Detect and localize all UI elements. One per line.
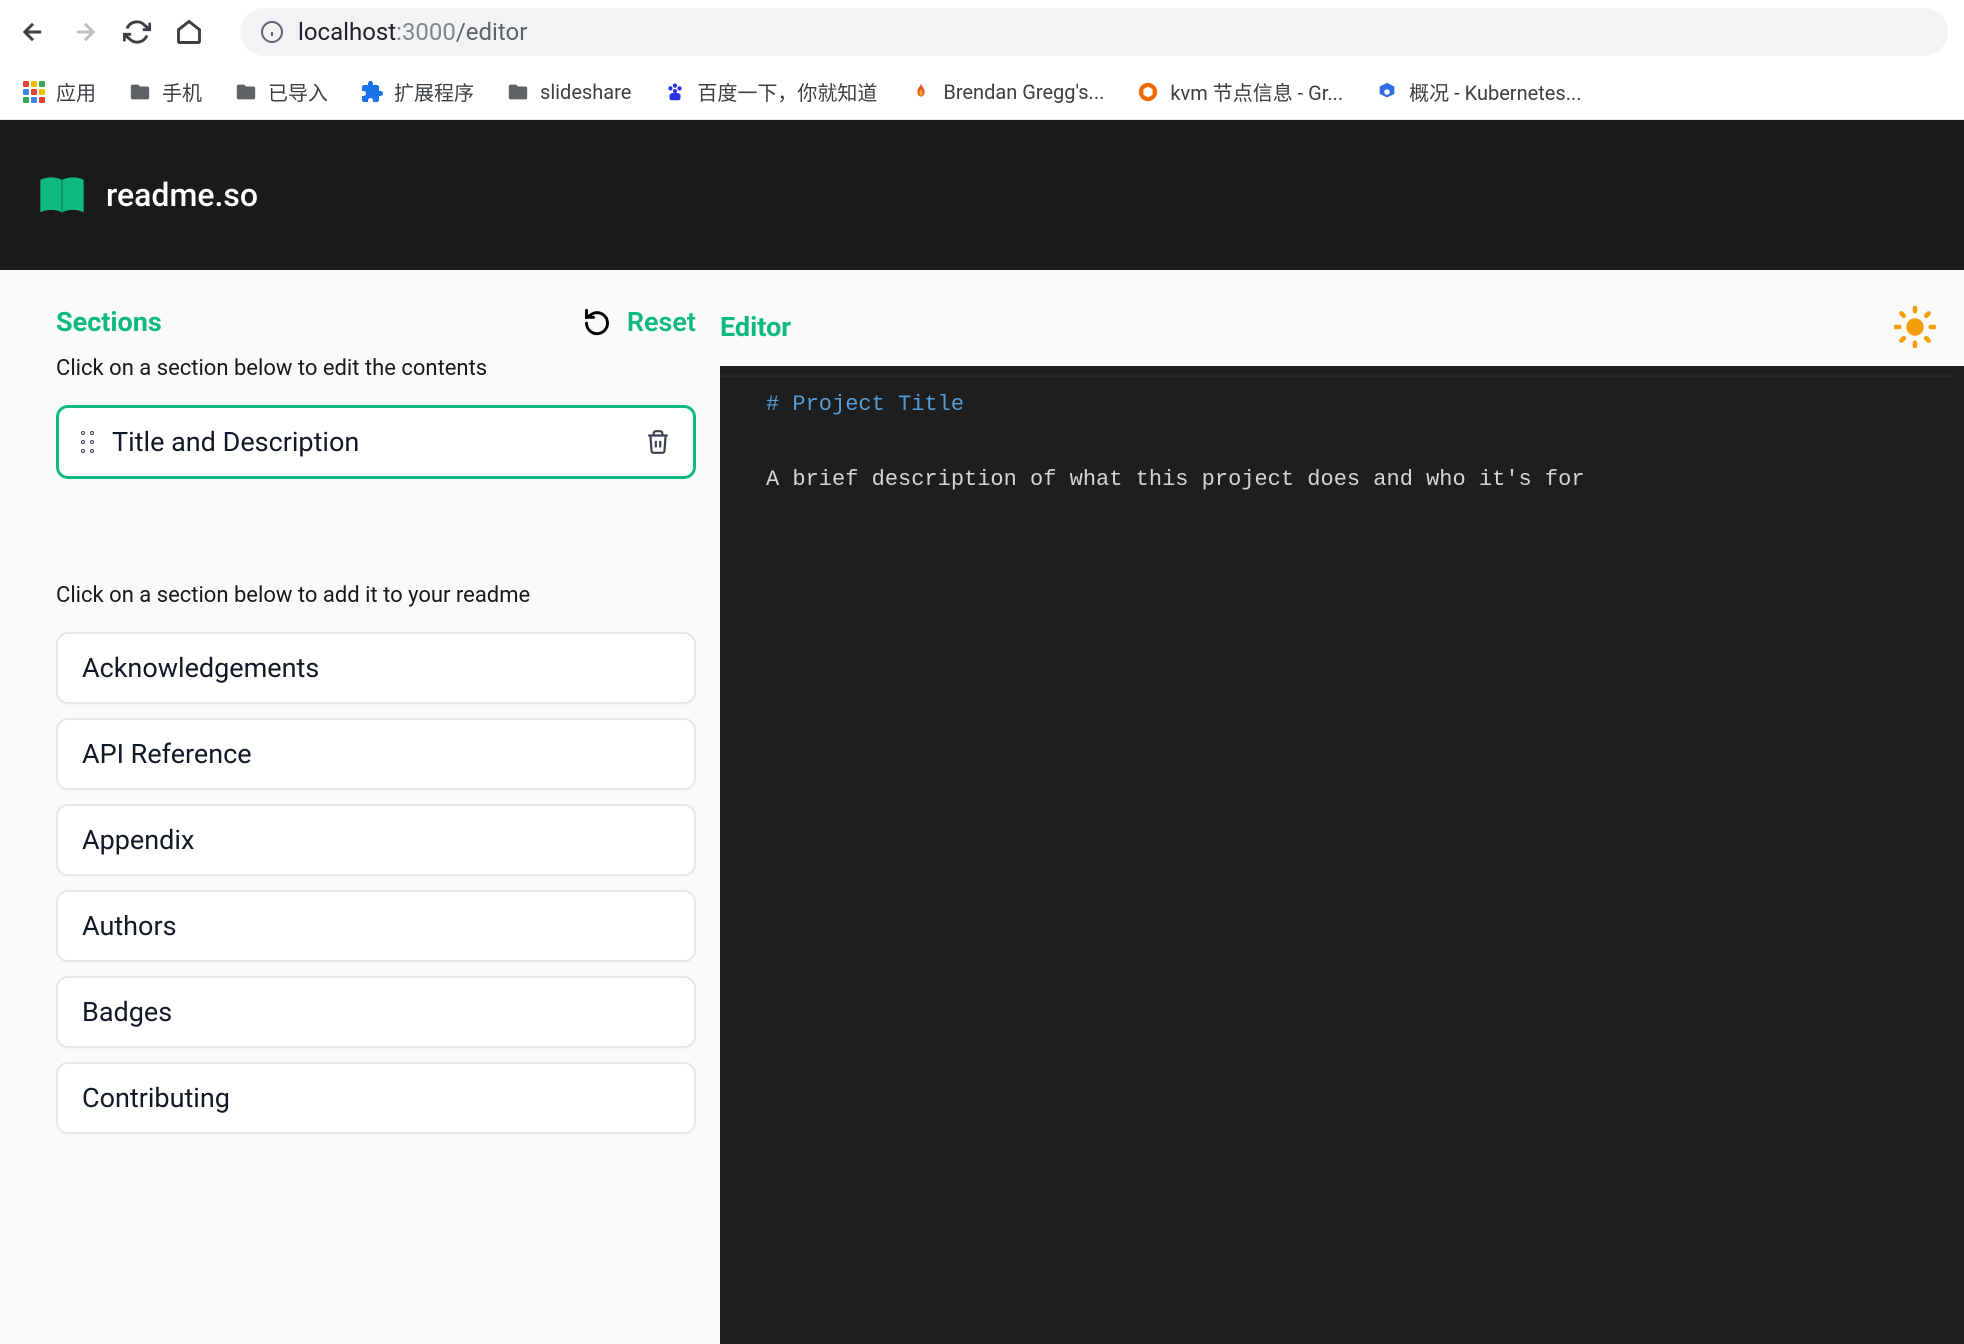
- arrow-left-icon: [19, 18, 47, 46]
- bookmark-extensions[interactable]: 扩展程序: [360, 77, 474, 106]
- editor-line-desc: A brief description of what this project…: [720, 461, 1964, 498]
- app-logo-icon: [36, 173, 88, 217]
- app-title: readme.so: [106, 176, 258, 214]
- home-icon: [175, 18, 203, 46]
- folder-icon: [506, 80, 530, 104]
- extension-icon: [360, 80, 384, 104]
- section-card-acknowledgements[interactable]: Acknowledgements: [56, 632, 696, 704]
- bookmark-kubernetes[interactable]: 概况 - Kubernetes...: [1375, 77, 1581, 106]
- trash-icon[interactable]: [645, 429, 671, 455]
- section-card-contributing[interactable]: Contributing: [56, 1062, 696, 1134]
- grafana-icon: [1136, 80, 1160, 104]
- sections-sidebar: Sections Reset Click on a section below …: [0, 270, 720, 1344]
- arrow-right-icon: [71, 18, 99, 46]
- kubernetes-icon: [1375, 80, 1399, 104]
- editor-heading: Editor: [720, 311, 791, 343]
- section-card-active[interactable]: Title and Description: [56, 405, 696, 479]
- nav-reload-button[interactable]: [120, 15, 154, 49]
- reset-icon: [583, 308, 611, 336]
- section-label: Title and Description: [112, 426, 627, 458]
- section-card-badges[interactable]: Badges: [56, 976, 696, 1048]
- drag-handle-icon[interactable]: [81, 431, 94, 453]
- url-bar[interactable]: localhost:3000/editor: [240, 8, 1948, 56]
- editor-blank-line: [720, 423, 1964, 460]
- section-card-api-reference[interactable]: API Reference: [56, 718, 696, 790]
- section-card-appendix[interactable]: Appendix: [56, 804, 696, 876]
- apps-icon: [22, 80, 46, 104]
- sun-icon[interactable]: [1894, 306, 1936, 348]
- bookmark-baidu[interactable]: 百度一下，你就知道: [663, 77, 877, 106]
- workspace: Sections Reset Click on a section below …: [0, 270, 1964, 1344]
- url-text: localhost:3000/editor: [298, 18, 527, 46]
- bookmark-kvm[interactable]: kvm 节点信息 - Gr...: [1136, 77, 1343, 106]
- instruction-edit: Click on a section below to edit the con…: [56, 356, 696, 381]
- reload-icon: [123, 18, 151, 46]
- baidu-icon: [663, 80, 687, 104]
- sections-heading: Sections: [56, 306, 162, 338]
- bookmark-brendan[interactable]: Brendan Gregg's...: [909, 80, 1104, 104]
- bookmark-slideshare[interactable]: slideshare: [506, 80, 631, 104]
- code-editor[interactable]: # Project Title A brief description of w…: [720, 366, 1964, 1344]
- bookmarks-bar: 应用 手机 已导入 扩展程序 slideshare 百度一下，你就知道 Br: [0, 64, 1964, 120]
- nav-back-button[interactable]: [16, 15, 50, 49]
- nav-home-button[interactable]: [172, 15, 206, 49]
- folder-icon: [234, 80, 258, 104]
- bookmark-apps[interactable]: 应用: [22, 77, 96, 106]
- nav-forward-button[interactable]: [68, 15, 102, 49]
- bookmark-mobile[interactable]: 手机: [128, 77, 202, 106]
- flame-icon: [909, 80, 933, 104]
- app-header: readme.so: [0, 120, 1964, 270]
- section-card-authors[interactable]: Authors: [56, 890, 696, 962]
- folder-icon: [128, 80, 152, 104]
- bookmark-imported[interactable]: 已导入: [234, 77, 328, 106]
- info-icon[interactable]: [260, 20, 284, 44]
- editor-area: Editor # Project Title A brief descripti…: [720, 270, 1964, 1344]
- editor-line-heading: # Project Title: [720, 386, 1964, 423]
- reset-button[interactable]: Reset: [583, 306, 696, 338]
- browser-toolbar: localhost:3000/editor: [0, 0, 1964, 64]
- instruction-add: Click on a section below to add it to yo…: [56, 583, 696, 608]
